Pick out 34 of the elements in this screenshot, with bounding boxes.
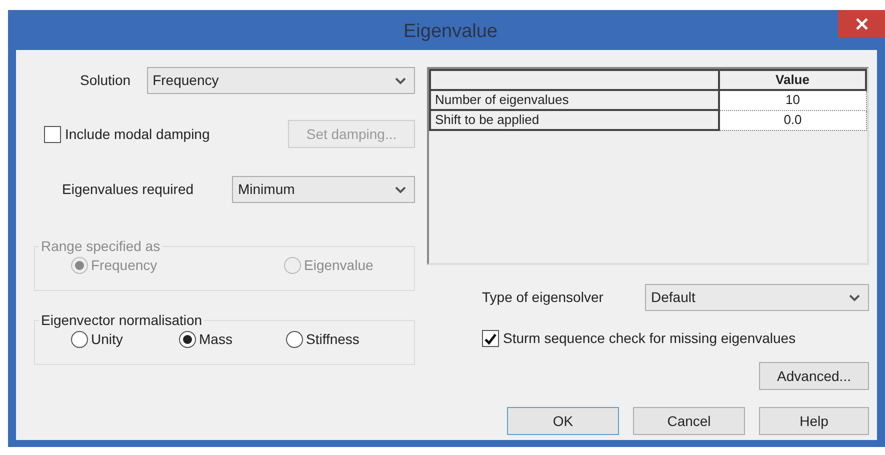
dropdown[interactable]: Minimum xyxy=(232,176,415,203)
dialog-button[interactable]: OK xyxy=(507,407,619,435)
radio-button[interactable] xyxy=(71,331,88,348)
value-cell[interactable]: 0.0 xyxy=(719,110,866,130)
radio-label: Frequency xyxy=(91,256,158,275)
dialog-button[interactable]: Cancel xyxy=(633,407,745,435)
chevron-icon xyxy=(395,76,406,84)
radio-label: Mass xyxy=(199,330,232,349)
field-label: Solution xyxy=(80,71,131,90)
radio-label: Unity xyxy=(91,330,123,349)
column-header: Value xyxy=(719,70,866,90)
radio-button[interactable] xyxy=(179,331,196,348)
checkbox-label: Sturm sequence check for missing eigenvalues xyxy=(503,329,796,348)
dropdown[interactable]: Default xyxy=(645,284,869,311)
close-button[interactable] xyxy=(838,10,885,38)
radio-label: Stiffness xyxy=(306,330,360,349)
radio-button[interactable] xyxy=(286,331,303,348)
row-label: Number of eigenvalues xyxy=(430,90,719,110)
chevron-icon xyxy=(395,186,406,194)
chevron-icon xyxy=(849,294,860,302)
close-icon xyxy=(856,18,868,30)
advanced-button[interactable]: Advanced... xyxy=(759,362,869,390)
radio-label: Eigenvalue xyxy=(304,256,374,275)
dialog-button[interactable]: Help xyxy=(759,407,869,435)
window-title: Eigenvalue xyxy=(403,20,498,44)
field-label: Type of eigensolver xyxy=(482,288,604,307)
checkbox[interactable] xyxy=(482,330,499,347)
checkmark-icon xyxy=(484,332,497,344)
dropdown[interactable]: Frequency xyxy=(146,67,415,94)
field-label: Eigenvalues required xyxy=(62,180,194,199)
checkbox[interactable] xyxy=(44,126,61,142)
checkbox-label: Include modal damping xyxy=(65,124,210,144)
row-label: Shift to be applied xyxy=(430,110,719,130)
value-cell[interactable]: 10 xyxy=(719,90,866,110)
